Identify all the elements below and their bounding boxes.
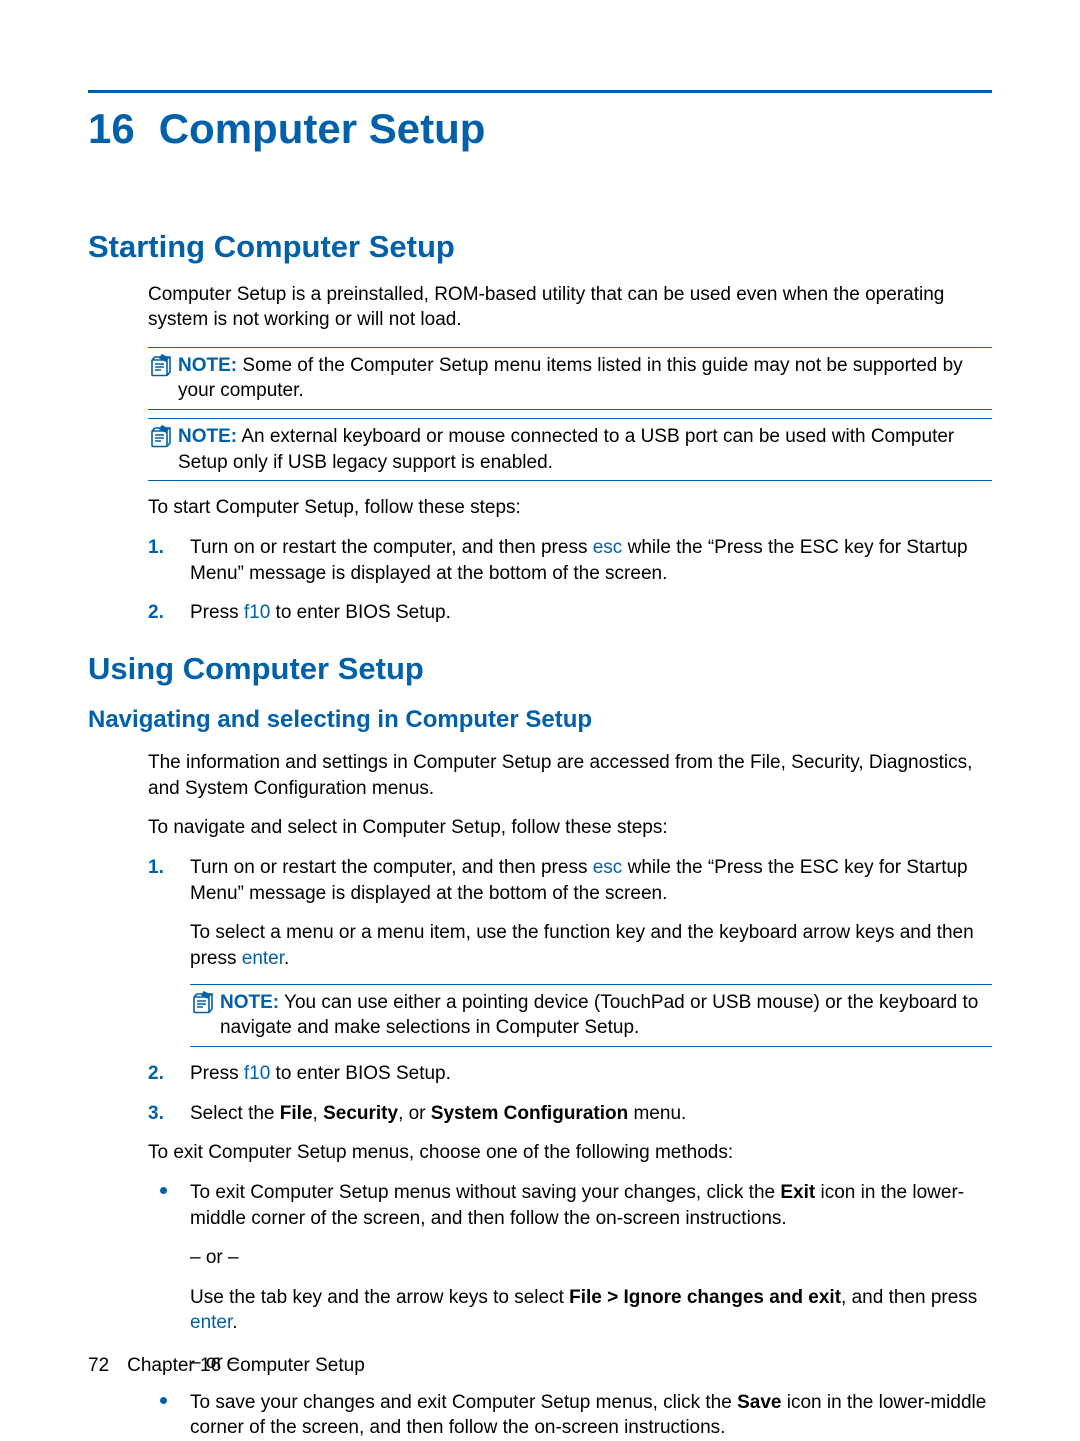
- start-step-2: 2. Press f10 to enter BIOS Setup.: [148, 600, 992, 626]
- section-starting-heading: Starting Computer Setup: [88, 226, 992, 268]
- note-1: NOTE: Some of the Computer Setup menu it…: [148, 347, 992, 410]
- note-1-label: NOTE:: [178, 355, 237, 376]
- note-2: NOTE: An external keyboard or mouse conn…: [148, 418, 992, 481]
- or-separator: – or –: [190, 1245, 992, 1271]
- esc-key: esc: [593, 857, 623, 878]
- bullet-icon: [160, 1187, 167, 1194]
- nav-step-2: 2. Press f10 to enter BIOS Setup.: [148, 1061, 992, 1087]
- chapter-title-text: Computer Setup: [159, 105, 486, 152]
- start-lead: To start Computer Setup, follow these st…: [148, 495, 992, 521]
- nav-steps: 1. Turn on or restart the computer, and …: [148, 855, 992, 1126]
- step-text: Select the File, Security, or System Con…: [190, 1103, 686, 1124]
- enter-key: enter: [242, 948, 284, 969]
- footer-text: Chapter 16 Computer Setup: [127, 1355, 365, 1376]
- page-number: 72: [88, 1355, 109, 1376]
- exit-options: To exit Computer Setup menus without sav…: [148, 1180, 992, 1441]
- exit-lead: To exit Computer Setup menus, choose one…: [148, 1140, 992, 1166]
- nav-step-3: 3. Select the File, Security, or System …: [148, 1101, 992, 1127]
- esc-key: esc: [593, 537, 623, 558]
- step-text: Press f10 to enter BIOS Setup.: [190, 602, 451, 623]
- step-text: Press f10 to enter BIOS Setup.: [190, 1063, 451, 1084]
- note-2-text: An external keyboard or mouse connected …: [178, 426, 954, 473]
- step-number: 2.: [148, 600, 164, 626]
- intro-paragraph: Computer Setup is a preinstalled, ROM-ba…: [148, 282, 992, 333]
- using-p1: The information and settings in Computer…: [148, 750, 992, 801]
- note-icon: [148, 354, 172, 378]
- start-steps: 1. Turn on or restart the computer, and …: [148, 535, 992, 626]
- step-number: 1.: [148, 535, 164, 561]
- nav-step-1: 1. Turn on or restart the computer, and …: [148, 855, 992, 1047]
- chapter-rule: [88, 90, 992, 93]
- note-icon: [190, 991, 214, 1015]
- step-number: 3.: [148, 1101, 164, 1127]
- f10-key: f10: [244, 1063, 270, 1084]
- step-text: Turn on or restart the computer, and the…: [190, 857, 968, 904]
- start-step-1: 1. Turn on or restart the computer, and …: [148, 535, 992, 586]
- chapter-number: 16: [88, 105, 135, 152]
- using-p2: To navigate and select in Computer Setup…: [148, 815, 992, 841]
- page-footer: 72 Chapter 16 Computer Setup: [88, 1353, 365, 1379]
- bullet-text: To exit Computer Setup menus without sav…: [190, 1182, 964, 1229]
- subsection-nav-heading: Navigating and selecting in Computer Set…: [88, 704, 992, 736]
- f10-key: f10: [244, 602, 270, 623]
- bullet-icon: [160, 1397, 167, 1404]
- section-using-heading: Using Computer Setup: [88, 648, 992, 690]
- bullet-1-alt: Use the tab key and the arrow keys to se…: [190, 1285, 992, 1336]
- chapter-title: 16 Computer Setup: [88, 101, 992, 158]
- step-number: 1.: [148, 855, 164, 881]
- section-starting-body: Computer Setup is a preinstalled, ROM-ba…: [148, 282, 992, 626]
- note-3-text: You can use either a pointing device (To…: [220, 992, 978, 1039]
- note-2-label: NOTE:: [178, 426, 237, 447]
- step-text: Turn on or restart the computer, and the…: [190, 537, 968, 584]
- exit-option-1: To exit Computer Setup menus without sav…: [148, 1180, 992, 1376]
- note-3-label: NOTE:: [220, 992, 279, 1013]
- note-1-text: Some of the Computer Setup menu items li…: [178, 355, 963, 402]
- bullet-text: To save your changes and exit Computer S…: [190, 1392, 986, 1439]
- exit-option-2: To save your changes and exit Computer S…: [148, 1390, 992, 1441]
- step-1-inner: To select a menu or a menu item, use the…: [190, 920, 992, 971]
- note-icon: [148, 425, 172, 449]
- enter-key: enter: [190, 1312, 232, 1333]
- step-number: 2.: [148, 1061, 164, 1087]
- note-3: NOTE: You can use either a pointing devi…: [190, 984, 992, 1047]
- section-using-body: The information and settings in Computer…: [148, 750, 992, 1441]
